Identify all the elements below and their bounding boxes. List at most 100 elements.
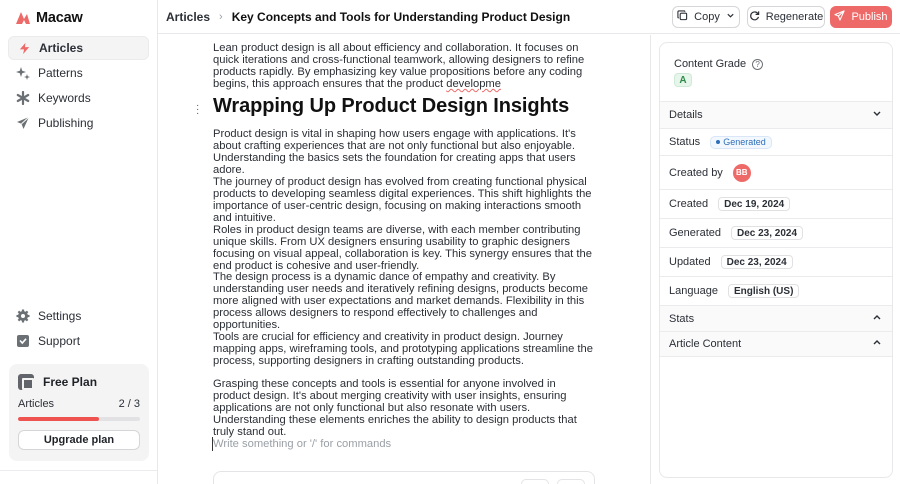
copy-icon [677,10,688,24]
sidebar-item-label: Support [38,334,81,348]
composer-action-button[interactable] [521,479,549,484]
chevron-up-icon [872,312,882,325]
app-name: Macaw [36,10,83,26]
paragraph[interactable]: The design process is a dynamic dance of… [213,271,593,331]
misspelled-word: developme [446,78,501,90]
stats-section-header[interactable]: Stats [660,305,892,331]
created-by-row: Created by BB [660,155,892,189]
created-label: Created [669,198,709,210]
details-panel: Content Grade ? A Details Status Generat… [659,42,893,478]
intro-paragraph-text: Lean product design is all about efficie… [213,42,585,90]
language-value[interactable]: English (US) [727,284,800,298]
chevron-up-icon [872,338,882,351]
send-icon [16,116,30,130]
details-label: Details [669,109,703,121]
created-date: Dec 19, 2024 [718,197,791,211]
status-row: Status Generated [660,128,892,155]
asterisk-icon [16,91,30,105]
language-row: Language English (US) [660,276,892,305]
paragraph[interactable]: Roles in product design teams are divers… [213,224,593,272]
content-grade-title: Content Grade [674,58,747,70]
topbar: Articles › Key Concepts and Tools for Un… [158,0,900,34]
status-badge: Generated [710,135,772,149]
chevron-down-icon [872,109,882,122]
plan-progress-bar [18,417,140,421]
plan-metric-value: 2 / 3 [118,398,140,410]
chevron-down-icon [726,11,735,23]
upgrade-plan-button[interactable]: Upgrade plan [18,430,140,450]
created-row: Created Dec 19, 2024 [660,189,892,218]
macaw-logo-icon [16,12,30,24]
sidebar-item-patterns[interactable]: Patterns [8,61,149,85]
publish-button[interactable]: Publish [830,6,892,28]
details-pane: Content Grade ? A Details Status Generat… [650,35,900,484]
support-icon [16,334,30,348]
plan-progress-fill [18,417,100,421]
help-icon[interactable]: ? [752,58,764,70]
chevron-right-icon: › [219,11,223,23]
article-content-section-header[interactable]: Article Content [660,331,892,357]
plan-icon [18,374,34,390]
refresh-icon [749,10,760,24]
generated-date: Dec 23, 2024 [730,226,804,240]
content-grade-label: Content Grade ? [674,58,764,70]
updated-row: Updated Dec 23, 2024 [660,247,892,276]
stats-label: Stats [669,312,695,325]
sidebar: Macaw Articles Patterns Keywords Publish… [0,0,158,484]
paragraph[interactable]: Tools are crucial for efficiency and cre… [213,331,593,367]
sidebar-item-label: Publishing [38,116,94,130]
composer-box[interactable] [213,471,595,484]
copy-label: Copy [694,11,720,23]
breadcrumb: Articles › Key Concepts and Tools for Un… [166,0,570,34]
regenerate-button[interactable]: Regenerate [747,6,825,28]
breadcrumb-articles-link[interactable]: Articles [166,10,210,24]
intro-paragraph[interactable]: Lean product design is all about efficie… [213,42,593,90]
avatar[interactable]: BB [732,163,751,182]
paragraph[interactable]: Product design is vital in shaping how u… [213,128,593,176]
sidebar-item-support[interactable]: Support [8,329,149,353]
sparkle-icon [16,66,30,80]
editor-placeholder[interactable]: Write something or '/' for commands [213,438,391,450]
sidebar-item-publishing[interactable]: Publishing [8,111,149,135]
article-editor[interactable]: Lean product design is all about efficie… [158,35,650,484]
created-by-label: Created by [669,166,723,179]
composer-action-button[interactable] [557,479,585,484]
sidebar-divider [0,470,157,471]
status-dot-icon [716,140,721,144]
content-grade-badge: A [674,73,692,87]
sidebar-item-articles[interactable]: Articles [8,36,149,60]
paragraph[interactable]: The journey of product design has evolve… [213,176,593,224]
status-value: Generated [723,137,766,147]
drag-handle-icon[interactable]: · · · [196,101,202,119]
article-content-label: Article Content [669,338,742,350]
sidebar-item-label: Keywords [38,91,91,105]
updated-label: Updated [669,256,711,268]
macaw-logo[interactable]: Macaw [15,10,83,26]
sidebar-item-keywords[interactable]: Keywords [8,86,149,110]
publish-label: Publish [851,11,888,23]
breadcrumb-current: Key Concepts and Tools for Understanding… [231,10,571,24]
sidebar-item-settings[interactable]: Settings [8,304,149,328]
generated-label: Generated [669,227,721,239]
plan-header: Free Plan [18,374,97,390]
details-section-header[interactable]: Details [660,101,892,128]
plan-usage-row: Articles 2 / 3 [18,398,140,410]
sidebar-item-label: Articles [39,41,84,55]
sidebar-item-label: Settings [38,309,82,323]
updated-date: Dec 23, 2024 [720,255,793,269]
sidebar-item-label: Patterns [38,66,83,80]
section-heading[interactable]: Wrapping Up Product Design Insights [213,95,569,118]
generated-row: Generated Dec 23, 2024 [660,218,892,247]
lightning-icon [17,41,31,55]
sidebar-bottom-nav: Settings Support [8,304,149,354]
plan-metric-label: Articles [18,398,55,410]
copy-button[interactable]: Copy [672,6,740,28]
sidebar-nav: Articles Patterns Keywords Publishing [8,36,149,136]
paragraph[interactable]: Grasping these concepts and tools is ess… [213,378,593,438]
status-label: Status [669,136,701,148]
send-icon [834,10,846,24]
language-label: Language [669,285,718,297]
plan-title: Free Plan [43,375,98,389]
regenerate-label: Regenerate [765,11,824,23]
plan-card: Free Plan Articles 2 / 3 Upgrade plan [9,364,149,461]
